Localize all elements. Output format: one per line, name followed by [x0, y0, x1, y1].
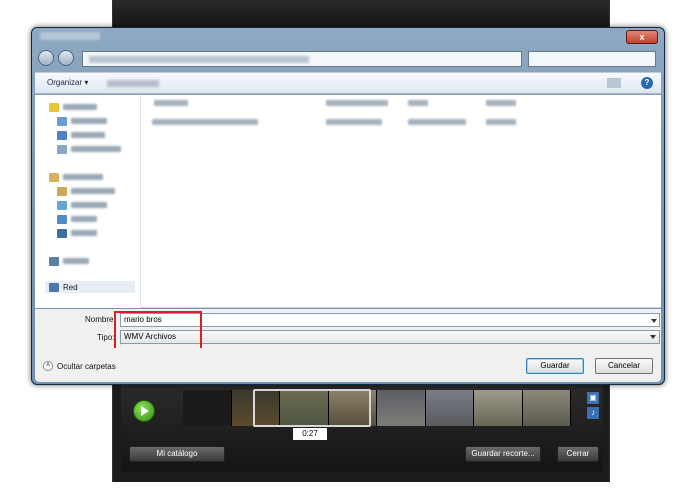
editor-top-bar [113, 0, 609, 28]
sidebar-item-label [63, 258, 89, 264]
music-note-icon[interactable]: ♪ [587, 407, 599, 419]
sidebar-item-label [71, 202, 107, 208]
film-frame [522, 390, 571, 426]
videos-icon [57, 228, 67, 238]
library-icon [49, 172, 59, 182]
filmstrip[interactable] [183, 390, 571, 426]
search-input[interactable] [528, 51, 656, 67]
sidebar-item-documents[interactable] [57, 185, 115, 197]
editor-panel: 0:27 ▣ ♪ Mi catálogo Guardar recorte... … [121, 384, 603, 472]
sidebar-item-label [71, 216, 97, 222]
back-arrow-icon[interactable] [38, 50, 54, 66]
file-name [152, 119, 258, 125]
chevron-down-icon[interactable] [651, 319, 657, 323]
file-row[interactable] [152, 117, 552, 127]
film-frame [425, 390, 474, 426]
dialog-toolbar: Organizar ▾ ? [35, 72, 661, 94]
hide-folders-label: Ocultar carpetas [57, 361, 116, 371]
column-header-date[interactable] [326, 100, 388, 108]
sidebar-item-label [71, 132, 105, 138]
film-frame [474, 390, 523, 426]
file-size [486, 119, 516, 125]
film-frame [183, 390, 232, 426]
view-options-icon[interactable] [607, 78, 621, 88]
address-path [89, 56, 309, 63]
type-label: Tipo: [97, 333, 115, 342]
column-header-type[interactable] [408, 100, 428, 108]
sidebar-item-label [71, 188, 115, 194]
dialog-title-text [40, 32, 100, 40]
download-folder-icon [57, 116, 67, 126]
film-frame [377, 390, 426, 426]
column-header-name[interactable] [154, 100, 188, 108]
network-icon [49, 282, 59, 292]
sidebar-item-downloads[interactable] [57, 115, 107, 127]
sidebar-item-label [71, 230, 97, 236]
address-row [38, 50, 658, 70]
play-button[interactable] [133, 400, 155, 422]
dialog-body: Red [35, 95, 661, 308]
cancel-button[interactable]: Cancelar [595, 358, 653, 374]
hide-folders-toggle[interactable]: ˄ Ocultar carpetas [43, 361, 116, 371]
file-list [142, 95, 661, 308]
music-icon [57, 214, 67, 224]
sidebar-item-recent[interactable] [57, 143, 121, 155]
catalog-button[interactable]: Mi catálogo [129, 446, 225, 462]
clip-selection-handle[interactable] [253, 389, 371, 427]
sidebar-item-network[interactable]: Red [45, 281, 135, 293]
sidebar-item-libraries[interactable] [49, 171, 103, 183]
save-button[interactable]: Guardar [526, 358, 584, 374]
forward-arrow-icon[interactable] [58, 50, 74, 66]
close-editor-button[interactable]: Cerrar [557, 446, 599, 462]
organize-button[interactable]: Organizar ▾ [47, 78, 88, 87]
name-label: Nombre: [85, 315, 116, 324]
sidebar-item-label [63, 174, 103, 180]
documents-icon [57, 186, 67, 196]
sidebar-item-label [71, 118, 107, 124]
address-bar[interactable] [82, 51, 522, 67]
computer-icon [49, 256, 59, 266]
column-header-size[interactable] [486, 100, 516, 108]
sidebar-item-label [63, 104, 97, 110]
save-disk-icon[interactable]: ▣ [587, 392, 599, 404]
chevron-up-icon: ˄ [43, 361, 53, 371]
sidebar-item-music[interactable] [57, 213, 97, 225]
pictures-icon [57, 200, 67, 210]
help-icon[interactable]: ? [641, 77, 653, 89]
sidebar-item-label [71, 146, 121, 152]
dialog-title [40, 32, 100, 46]
side-icons: ▣ ♪ [587, 392, 601, 422]
sidebar-item-computer[interactable] [49, 255, 89, 267]
file-type [408, 119, 466, 125]
dialog-footer: ˄ Ocultar carpetas Guardar Cancelar [35, 348, 661, 382]
clip-time-label: 0:27 [293, 428, 327, 440]
star-icon [49, 102, 59, 112]
sidebar-item-favorites[interactable] [49, 101, 97, 113]
sidebar-item-desktop[interactable] [57, 129, 105, 141]
recent-places-icon [57, 144, 67, 154]
sidebar-item-label: Red [63, 282, 78, 292]
chevron-down-icon [650, 335, 656, 339]
new-folder-button[interactable] [107, 80, 159, 87]
sidebar-item-pictures[interactable] [57, 199, 107, 211]
desktop-icon [57, 130, 67, 140]
close-icon[interactable]: x [626, 30, 658, 44]
navigation-pane: Red [35, 95, 141, 308]
sidebar-item-videos[interactable] [57, 227, 97, 239]
save-clip-button[interactable]: Guardar recorte... [465, 446, 541, 462]
save-as-dialog: x Organizar ▾ ? Red Nombre: mario bros T… [31, 27, 665, 385]
file-date [326, 119, 382, 125]
